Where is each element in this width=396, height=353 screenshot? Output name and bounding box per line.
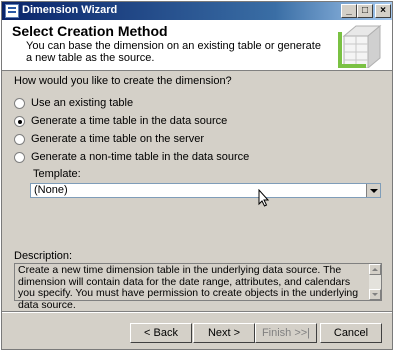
template-value: (None) xyxy=(34,184,68,196)
option-label: Generate a time table in the data source xyxy=(31,115,228,127)
description-text: Create a new time dimension table in the… xyxy=(18,264,359,311)
option-label: Generate a time table on the server xyxy=(31,133,205,145)
radio-button[interactable] xyxy=(14,98,25,109)
radio-button[interactable] xyxy=(14,134,25,145)
scroll-down-icon[interactable] xyxy=(369,289,381,300)
mouse-cursor-icon xyxy=(258,189,270,207)
maximize-button[interactable]: □ xyxy=(357,4,373,18)
template-select[interactable]: (None) xyxy=(30,183,381,198)
footer-divider xyxy=(2,311,392,313)
dimension-table-icon xyxy=(338,24,382,68)
scroll-up-icon[interactable] xyxy=(369,264,381,275)
description-label: Description: xyxy=(14,250,73,262)
option-label: Generate a non-time table in the data so… xyxy=(31,151,250,163)
creation-question: How would you like to create the dimensi… xyxy=(14,75,232,87)
cancel-button[interactable]: Cancel xyxy=(320,323,382,343)
page-subtitle: You can base the dimension on an existin… xyxy=(26,40,321,64)
window-title: Dimension Wizard xyxy=(22,4,118,16)
title-bar[interactable]: Dimension Wizard _ □ × xyxy=(2,2,392,20)
description-scrollbar[interactable] xyxy=(369,264,381,300)
template-label: Template: xyxy=(33,168,81,180)
back-button[interactable]: < Back xyxy=(130,323,192,343)
radio-button-selected[interactable] xyxy=(14,116,25,127)
wizard-header: Select Creation Method You can base the … xyxy=(2,20,392,71)
finish-button[interactable]: Finish >>| xyxy=(255,323,317,343)
dimension-wizard-window: Dimension Wizard _ □ × Select Creation M… xyxy=(1,1,393,350)
description-box: Create a new time dimension table in the… xyxy=(14,263,382,310)
radio-button[interactable] xyxy=(14,152,25,163)
chevron-down-icon[interactable] xyxy=(366,184,380,197)
close-button[interactable]: × xyxy=(375,4,391,18)
next-button[interactable]: Next > xyxy=(193,323,255,343)
wizard-icon xyxy=(5,4,19,18)
minimize-button[interactable]: _ xyxy=(341,4,357,18)
page-title: Select Creation Method xyxy=(12,23,168,39)
option-label: Use an existing table xyxy=(31,97,134,109)
